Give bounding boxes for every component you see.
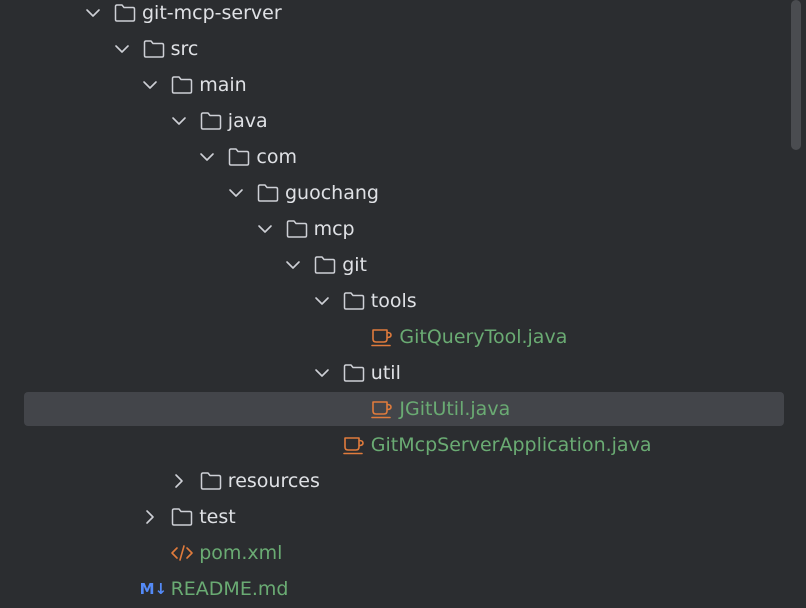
chevron-down-icon[interactable]: [227, 184, 245, 202]
tree-folder-row[interactable]: main: [0, 67, 790, 103]
chevron-down-icon[interactable]: [313, 292, 331, 310]
tree-folder-row[interactable]: com: [0, 139, 790, 175]
chevron-down-icon[interactable]: [256, 220, 274, 238]
chevron-down-icon[interactable]: [198, 148, 216, 166]
folder-icon: [170, 506, 194, 528]
folder-icon: [313, 254, 337, 276]
tree-file-row[interactable]: M↓ README.md: [0, 571, 790, 607]
folder-icon: [342, 290, 366, 312]
chevron-down-icon[interactable]: [141, 76, 159, 94]
xml-file-icon: [170, 542, 194, 564]
tree-item-label: resources: [227, 470, 320, 492]
tree-folder-row[interactable]: resources: [0, 463, 790, 499]
tree-file-row[interactable]: pom.xml: [0, 535, 790, 571]
folder-icon: [227, 146, 251, 168]
chevron-down-icon[interactable]: [170, 112, 188, 130]
vertical-scrollbar[interactable]: [791, 0, 801, 150]
tree-folder-row[interactable]: git-mcp-server: [0, 0, 790, 31]
tree-item-label: README.md: [170, 578, 289, 600]
tree-folder-row[interactable]: git: [0, 247, 790, 283]
folder-icon: [170, 74, 194, 96]
tree-item-label: tools: [370, 290, 417, 312]
chevron-down-icon[interactable]: [284, 256, 302, 274]
tree-folder-row[interactable]: mcp: [0, 211, 790, 247]
tree-file-row[interactable]: GitQueryTool.java: [0, 319, 790, 355]
java-class-icon: [370, 398, 394, 420]
tree-item-label: GitQueryTool.java: [399, 326, 568, 348]
tree-folder-row[interactable]: tools: [0, 283, 790, 319]
tree-item-label: com: [256, 146, 297, 168]
tree-item-label: test: [199, 506, 236, 528]
folder-icon: [113, 2, 137, 24]
tree-item-label: git-mcp-server: [142, 2, 282, 24]
tree-item-label: pom.xml: [199, 542, 283, 564]
tree-folder-row[interactable]: util: [0, 355, 790, 391]
chevron-right-icon[interactable]: [170, 472, 188, 490]
folder-icon: [199, 110, 223, 132]
tree-item-label: main: [199, 74, 247, 96]
project-tree[interactable]: git-mcp-server src main java com guochang mcp g…: [0, 0, 806, 608]
tree-item-label: mcp: [313, 218, 355, 240]
tree-item-label: guochang: [285, 182, 379, 204]
java-class-icon: [370, 326, 394, 348]
chevron-down-icon[interactable]: [113, 40, 131, 58]
tree-item-label: java: [227, 110, 268, 132]
tree-folder-row[interactable]: guochang: [0, 175, 790, 211]
folder-icon: [342, 362, 366, 384]
java-class-icon: [342, 434, 366, 456]
tree-folder-row[interactable]: test: [0, 499, 790, 535]
tree-item-label: git: [342, 254, 367, 276]
tree-item-label: JGitUtil.java: [399, 398, 511, 420]
tree-item-label: GitMcpServerApplication.java: [370, 434, 652, 456]
folder-icon: [142, 38, 166, 60]
tree-item-label: src: [170, 38, 199, 60]
tree-item-label: util: [370, 362, 401, 384]
folder-icon: [199, 470, 223, 492]
folder-icon: [256, 182, 280, 204]
markdown-file-icon: M↓: [139, 580, 168, 598]
chevron-down-icon[interactable]: [313, 364, 331, 382]
tree-folder-row[interactable]: src: [0, 31, 790, 67]
chevron-down-icon[interactable]: [84, 4, 102, 22]
folder-icon: [285, 218, 309, 240]
tree-file-row[interactable]: GitMcpServerApplication.java: [0, 427, 790, 463]
tree-file-row[interactable]: JGitUtil.java: [0, 391, 790, 427]
chevron-right-icon[interactable]: [141, 508, 159, 526]
tree-folder-row[interactable]: java: [0, 103, 790, 139]
